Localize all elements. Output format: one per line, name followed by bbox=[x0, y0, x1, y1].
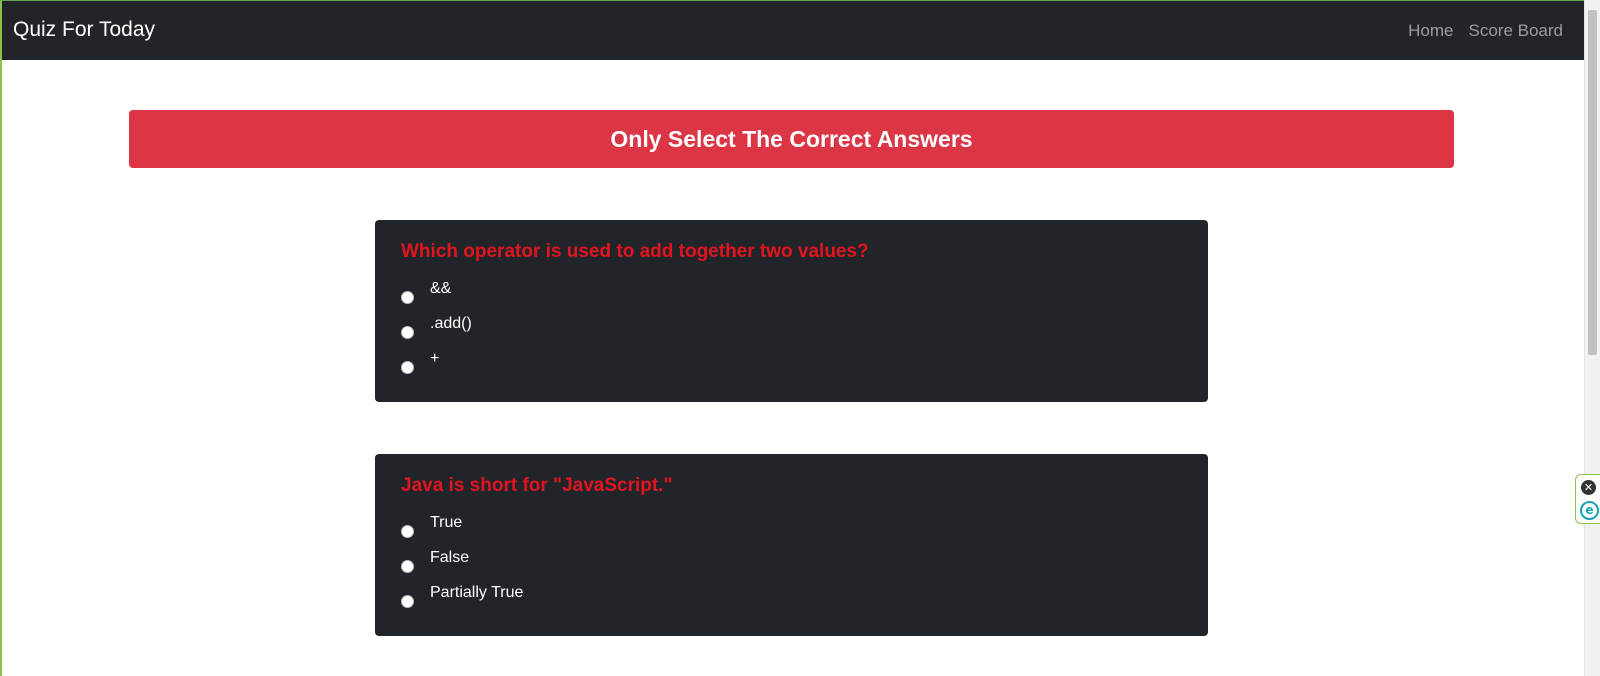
extension-widget: ✕ e bbox=[1575, 474, 1600, 524]
answer-radio[interactable] bbox=[401, 326, 414, 339]
answer-radio[interactable] bbox=[401, 291, 414, 304]
nav-link-score-board[interactable]: Score Board bbox=[1469, 20, 1564, 42]
answer-label[interactable]: Partially True bbox=[430, 583, 523, 603]
answer-radio[interactable] bbox=[401, 560, 414, 573]
scrollbar-thumb[interactable] bbox=[1588, 10, 1597, 355]
top-navbar: Quiz For Today Home Score Board bbox=[2, 1, 1584, 60]
answer-option: True bbox=[401, 513, 801, 543]
answer-label[interactable]: True bbox=[430, 513, 462, 533]
navbar-brand[interactable]: Quiz For Today bbox=[13, 17, 155, 43]
answer-label[interactable]: .add() bbox=[430, 314, 472, 334]
e-logo-icon[interactable]: e bbox=[1580, 501, 1599, 520]
question-card: Java is short for "JavaScript." True Fal… bbox=[375, 454, 1208, 636]
question-text: Which operator is used to add together t… bbox=[401, 241, 869, 262]
instruction-banner: Only Select The Correct Answers bbox=[129, 110, 1454, 168]
instruction-banner-text: Only Select The Correct Answers bbox=[610, 125, 973, 152]
answer-option: .add() bbox=[401, 314, 801, 344]
nav-links: Home Score Board bbox=[1408, 20, 1563, 42]
answer-option: Partially True bbox=[401, 583, 801, 613]
answer-option: + bbox=[401, 349, 801, 379]
answer-radio[interactable] bbox=[401, 525, 414, 538]
vertical-scrollbar[interactable] bbox=[1584, 0, 1600, 676]
question-card: Which operator is used to add together t… bbox=[375, 220, 1208, 402]
answer-radio[interactable] bbox=[401, 595, 414, 608]
answer-label[interactable]: && bbox=[430, 279, 451, 299]
answer-label[interactable]: False bbox=[430, 548, 469, 568]
question-text: Java is short for "JavaScript." bbox=[401, 475, 673, 496]
answer-option: && bbox=[401, 279, 801, 309]
answer-option: False bbox=[401, 548, 801, 578]
nav-link-home[interactable]: Home bbox=[1408, 20, 1453, 42]
answer-radio[interactable] bbox=[401, 361, 414, 374]
browser-viewport: Quiz For Today Home Score Board Only Sel… bbox=[0, 0, 1600, 676]
window-left-border bbox=[0, 0, 2, 676]
close-icon[interactable]: ✕ bbox=[1581, 480, 1596, 495]
answer-label[interactable]: + bbox=[430, 349, 439, 369]
